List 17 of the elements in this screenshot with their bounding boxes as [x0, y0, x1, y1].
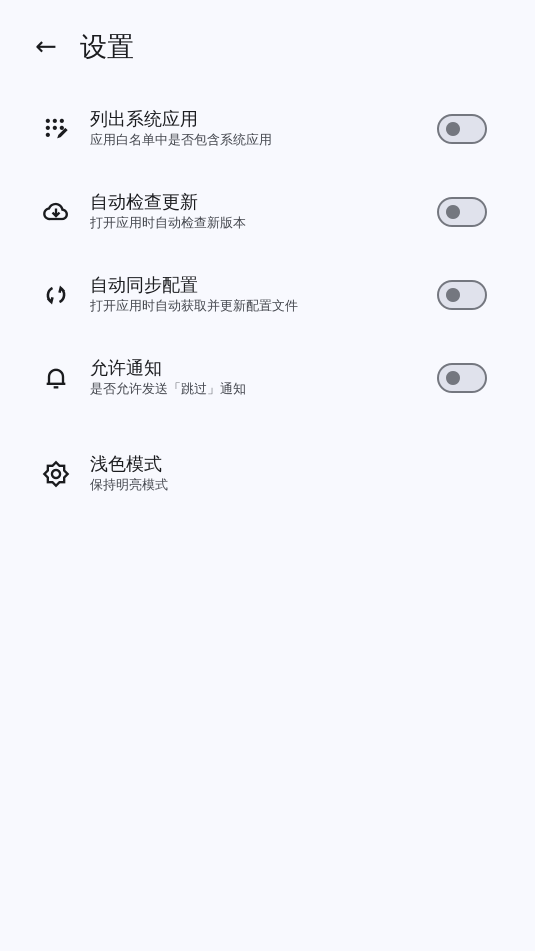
page-title: 设置 — [80, 31, 134, 65]
setting-title[interactable]: 浅色模式 — [90, 452, 487, 476]
setting-description: 打开应用时自动检查新版本 — [90, 214, 247, 232]
setting-description: 保持明亮模式 — [90, 476, 169, 494]
toggle-switch[interactable] — [437, 280, 487, 310]
toggle-switch[interactable] — [437, 196, 487, 226]
toggle-switch[interactable] — [437, 114, 487, 144]
back-button[interactable]: ← — [32, 32, 60, 62]
setting-title[interactable]: 列出系统应用 — [90, 108, 437, 132]
setting-description: 是否允许发送「跳过」通知 — [90, 380, 247, 398]
setting-description: 打开应用时自动获取并更新配置文件 — [90, 298, 299, 316]
setting-title[interactable]: 自动检查更新 — [90, 190, 437, 214]
setting-title[interactable]: 允许通知 — [90, 356, 437, 380]
setting-title[interactable]: 自动同步配置 — [90, 274, 437, 298]
setting-description: 应用白名单中是否包含系统应用 — [90, 132, 273, 150]
settings-icon — [42, 460, 70, 488]
toggle-switch[interactable] — [437, 362, 487, 392]
